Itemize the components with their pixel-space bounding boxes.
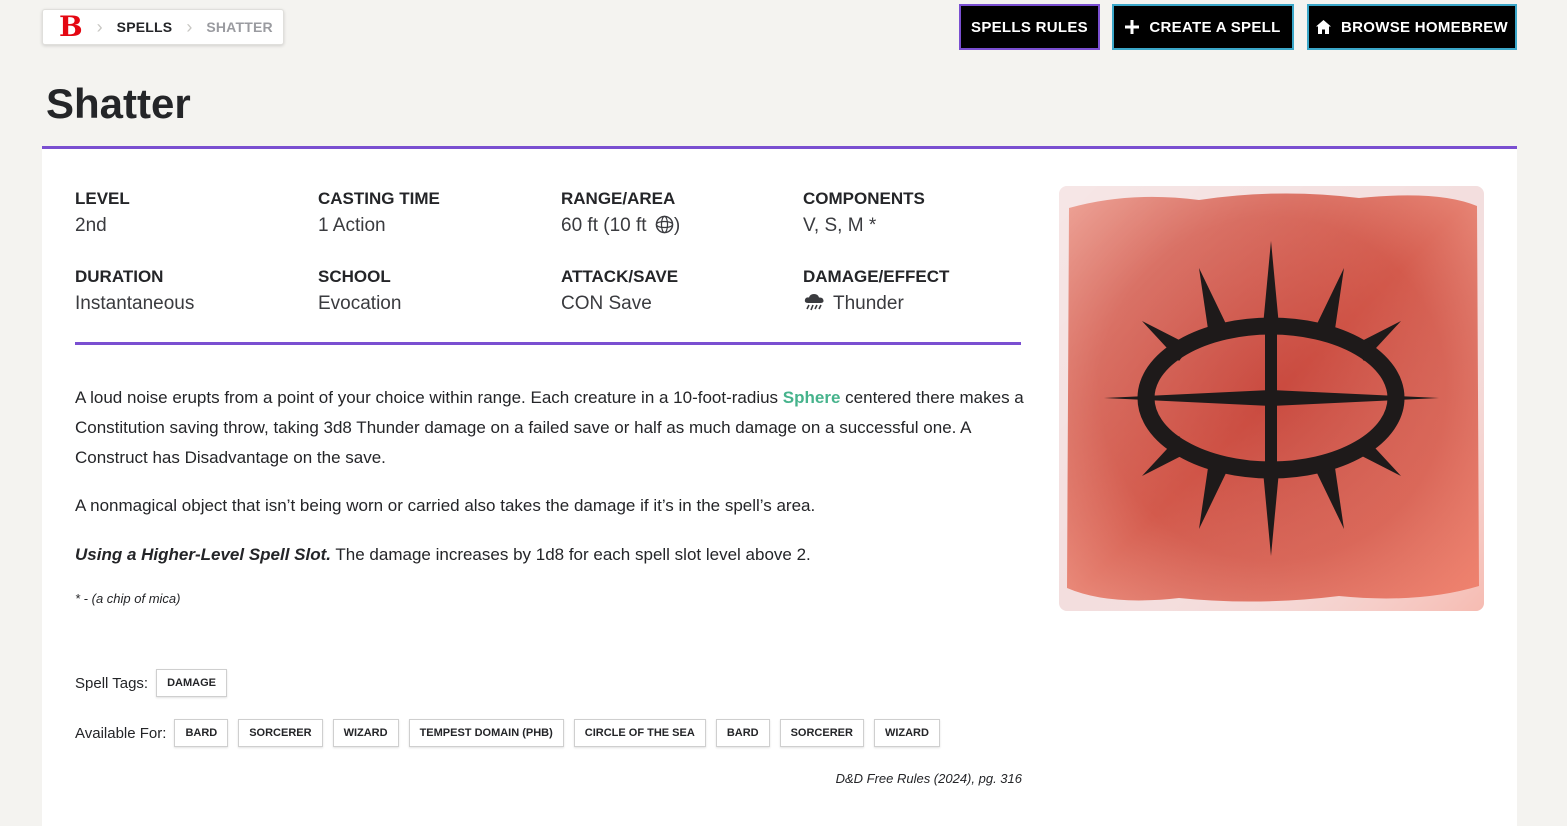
stat-components: COMPONENTS V, S, M * (803, 189, 925, 237)
class-tag-wizard-2024[interactable]: WIZARD (873, 719, 940, 747)
material-footnote: * - (a chip of mica) (75, 591, 181, 606)
spell-details-card: LEVEL 2nd CASTING TIME 1 Action RANGE/AR… (42, 146, 1517, 826)
range-text: 60 ft (10 ft (561, 215, 647, 236)
stat-school: SCHOOL Evocation (318, 267, 401, 315)
thunder-cloud-icon (803, 293, 825, 319)
stat-school-value: Evocation (318, 293, 402, 314)
breadcrumb-spells[interactable]: SPELLS (117, 19, 173, 35)
higher-level-title: Using a Higher-Level Spell Slot. (75, 545, 331, 564)
stat-school-label: SCHOOL (318, 267, 391, 286)
description-paragraph-1: A loud noise erupts from a point of your… (75, 383, 1025, 473)
stat-casting-time-label: CASTING TIME (318, 189, 440, 208)
class-tag-bard[interactable]: BARD (174, 719, 229, 747)
stat-damage-effect-label: DAMAGE/EFFECT (803, 267, 950, 286)
page-title: Shatter (46, 80, 191, 127)
create-spell-button[interactable]: CREATE A SPELL (1112, 4, 1294, 50)
sphere-link[interactable]: Sphere (783, 388, 841, 407)
class-tag-sorcerer[interactable]: SORCERER (238, 719, 323, 747)
stat-components-label: COMPONENTS (803, 189, 925, 208)
stat-range-area-label: RANGE/AREA (561, 189, 676, 208)
chevron-right-icon: › (186, 17, 193, 37)
dndbeyond-logo[interactable]: B (59, 13, 83, 41)
stat-level-value: 2nd (75, 215, 107, 236)
subclass-tag-circle-of-the-sea[interactable]: CIRCLE OF THE SEA (573, 719, 706, 747)
available-for-row: Available For: BARD SORCERER WIZARD TEMP… (75, 719, 950, 747)
subclass-tag-tempest-domain[interactable]: TEMPEST DOMAIN (PHB) (408, 719, 564, 747)
breadcrumb-shatter: SHATTER (206, 19, 273, 35)
spell-tags-label: Spell Tags: (75, 674, 149, 692)
stat-level-label: LEVEL (75, 189, 130, 208)
stat-damage-effect-value: Thunder (803, 293, 949, 319)
browse-homebrew-label: BROWSE HOMEBREW (1341, 18, 1508, 36)
stat-casting-time-value: 1 Action (318, 215, 386, 236)
range-close: ) (673, 215, 681, 236)
stat-range-area: RANGE/AREA 60 ft (10 ft ) (561, 189, 680, 240)
source-reference[interactable]: D&D Free Rules (2024), pg. 316 (836, 771, 1022, 786)
shatter-symbol-icon (1059, 186, 1484, 611)
breadcrumb: B › SPELLS › SHATTER (42, 9, 284, 45)
stat-damage-effect: DAMAGE/EFFECT Thunder (803, 267, 949, 319)
description-text: A loud noise erupts from a point of your… (75, 388, 783, 407)
description-paragraph-2: A nonmagical object that isn’t being wor… (75, 496, 816, 515)
spells-rules-button[interactable]: SPELLS RULES (959, 4, 1100, 50)
higher-level-body: The damage increases by 1d8 for each spe… (331, 545, 811, 564)
plus-icon (1125, 20, 1140, 34)
stat-level: LEVEL 2nd (75, 189, 130, 237)
stat-duration: DURATION Instantaneous (75, 267, 194, 315)
stat-duration-value: Instantaneous (75, 293, 195, 314)
stat-range-area-value: 60 ft (10 ft ) (561, 215, 680, 240)
stat-casting-time: CASTING TIME 1 Action (318, 189, 440, 237)
stats-divider (75, 342, 1021, 345)
class-tag-wizard[interactable]: WIZARD (332, 719, 399, 747)
create-spell-label: CREATE A SPELL (1149, 18, 1281, 36)
stat-components-value: V, S, M * (803, 215, 877, 236)
spell-tag[interactable]: DAMAGE (156, 669, 227, 697)
damage-type-text: Thunder (833, 293, 904, 314)
description-paragraph-3: Using a Higher-Level Spell Slot. The dam… (75, 540, 1025, 570)
stat-attack-save: ATTACK/SAVE CON Save (561, 267, 678, 315)
sphere-icon (655, 215, 674, 240)
stat-attack-save-value: CON Save (561, 293, 652, 314)
spell-art-image (1059, 186, 1484, 611)
spells-rules-label: SPELLS RULES (971, 18, 1088, 36)
stat-duration-label: DURATION (75, 267, 164, 286)
class-tag-sorcerer-2024[interactable]: SORCERER (779, 719, 864, 747)
chevron-right-icon: › (96, 17, 103, 37)
stat-attack-save-label: ATTACK/SAVE (561, 267, 679, 286)
spell-tags-row: Spell Tags: DAMAGE (75, 669, 237, 697)
browse-homebrew-button[interactable]: BROWSE HOMEBREW (1307, 4, 1517, 50)
available-for-label: Available For: (75, 724, 167, 742)
class-tag-bard-2024[interactable]: BARD (715, 719, 770, 747)
home-icon (1316, 20, 1331, 34)
